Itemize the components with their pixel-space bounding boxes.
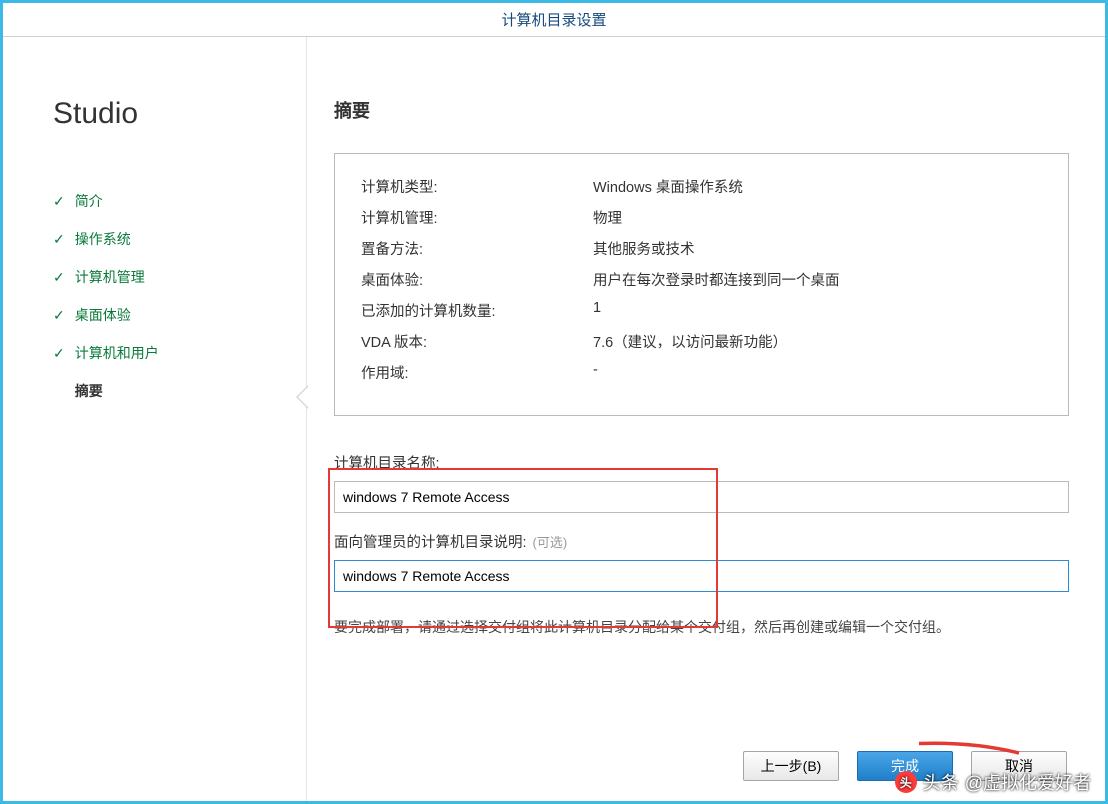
summary-row-provisioning: 置备方法:其他服务或技术 <box>361 238 1042 259</box>
summary-key: 作用域: <box>361 362 593 383</box>
watermark-logo-icon: 头 <box>895 771 917 793</box>
check-icon: ✓ <box>53 345 65 362</box>
brand-title: Studio <box>53 97 278 131</box>
summary-value: 7.6（建议，以访问最新功能） <box>593 331 1042 352</box>
summary-key: 计算机类型: <box>361 176 593 197</box>
summary-key: 桌面体验: <box>361 269 593 290</box>
summary-row-scope: 作用域:- <box>361 362 1042 383</box>
summary-row-desktop-experience: 桌面体验:用户在每次登录时都连接到同一个桌面 <box>361 269 1042 290</box>
step-label: 桌面体验 <box>75 305 131 325</box>
catalog-name-input[interactable] <box>334 481 1069 513</box>
summary-value: 用户在每次登录时都连接到同一个桌面 <box>593 269 1042 290</box>
watermark: 头 头条 @虚拟化爱好者 <box>895 769 1091 795</box>
catalog-description-label: 面向管理员的计算机目录说明: (可选) <box>334 531 1069 552</box>
catalog-name-label: 计算机目录名称: <box>334 452 1069 473</box>
step-list: ✓ 简介 ✓ 操作系统 ✓ 计算机管理 ✓ 桌面体验 ✓ 计算机和用户 ✓摘要 <box>53 191 278 401</box>
watermark-prefix: 头条 <box>923 769 959 795</box>
step-desktop-experience[interactable]: ✓ 桌面体验 <box>53 305 278 325</box>
content-area: Studio ✓ 简介 ✓ 操作系统 ✓ 计算机管理 ✓ 桌面体验 ✓ 计算机和用户 ✓摘… <box>3 37 1105 801</box>
check-icon: ✓ <box>53 307 65 324</box>
step-label: 计算机管理 <box>75 267 145 287</box>
summary-key: 置备方法: <box>361 238 593 259</box>
deployment-hint: 要完成部署，请通过选择交付组将此计算机目录分配给某个交付组，然后再创建或编辑一个… <box>334 614 1069 641</box>
catalog-description-input[interactable] <box>334 560 1069 592</box>
summary-box: 计算机类型:Windows 桌面操作系统 计算机管理:物理 置备方法:其他服务或… <box>334 153 1069 416</box>
step-intro[interactable]: ✓ 简介 <box>53 191 278 211</box>
summary-value: 物理 <box>593 207 1042 228</box>
summary-row-machine-management: 计算机管理:物理 <box>361 207 1042 228</box>
summary-value: 1 <box>593 300 1042 321</box>
step-label: 简介 <box>75 191 103 211</box>
summary-key: 计算机管理: <box>361 207 593 228</box>
step-label: 摘要 <box>75 381 103 401</box>
sidebar: Studio ✓ 简介 ✓ 操作系统 ✓ 计算机管理 ✓ 桌面体验 ✓ 计算机和用户 ✓摘… <box>3 37 298 801</box>
watermark-handle: @虚拟化爱好者 <box>965 769 1091 795</box>
wizard-window: 计算机目录设置 Studio ✓ 简介 ✓ 操作系统 ✓ 计算机管理 ✓ 桌面体验 ✓ 计… <box>0 0 1108 804</box>
back-button[interactable]: 上一步(B) <box>743 751 839 781</box>
step-os[interactable]: ✓ 操作系统 <box>53 229 278 249</box>
step-label: 计算机和用户 <box>75 343 159 363</box>
summary-key: VDA 版本: <box>361 331 593 352</box>
summary-value: 其他服务或技术 <box>593 238 1042 259</box>
summary-key: 已添加的计算机数量: <box>361 300 593 321</box>
check-icon: ✓ <box>53 269 65 286</box>
label-text: 面向管理员的计算机目录说明: <box>334 531 527 552</box>
main-panel: 摘要 计算机类型:Windows 桌面操作系统 计算机管理:物理 置备方法:其他… <box>298 37 1105 801</box>
optional-hint: (可选) <box>533 532 568 551</box>
step-pointer-notch <box>296 385 308 409</box>
summary-row-machines-added: 已添加的计算机数量:1 <box>361 300 1042 321</box>
check-icon: ✓ <box>53 231 65 248</box>
check-icon: ✓ <box>53 193 65 210</box>
step-machine-management[interactable]: ✓ 计算机管理 <box>53 267 278 287</box>
summary-row-vda-version: VDA 版本:7.6（建议，以访问最新功能） <box>361 331 1042 352</box>
label-text: 计算机目录名称: <box>334 452 440 473</box>
window-title: 计算机目录设置 <box>3 3 1105 37</box>
step-summary[interactable]: ✓摘要 <box>53 381 278 401</box>
summary-row-machine-type: 计算机类型:Windows 桌面操作系统 <box>361 176 1042 197</box>
page-title: 摘要 <box>334 97 1069 123</box>
step-label: 操作系统 <box>75 229 131 249</box>
step-machines-users[interactable]: ✓ 计算机和用户 <box>53 343 278 363</box>
summary-value: Windows 桌面操作系统 <box>593 176 1042 197</box>
summary-value: - <box>593 362 1042 383</box>
